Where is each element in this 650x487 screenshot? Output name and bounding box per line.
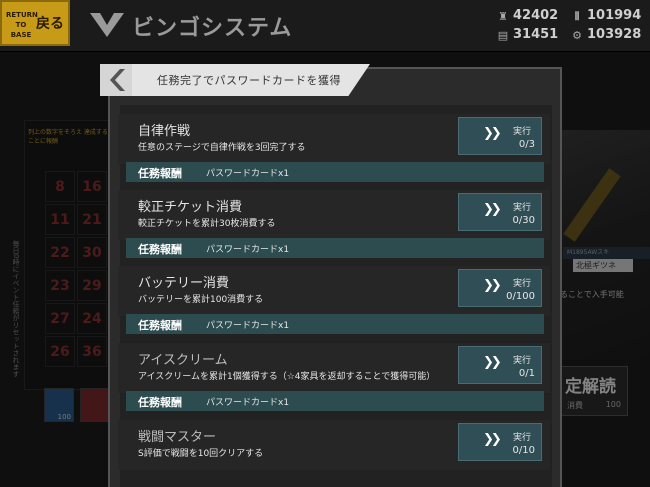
- reward-label: 任務報酬: [138, 319, 182, 332]
- execute-button[interactable]: ❯❯ 実行 0/30: [458, 193, 542, 231]
- resource-value: 31451: [513, 27, 559, 42]
- mission-reward-bar: 任務報酬 パスワードカードx1: [126, 162, 544, 182]
- return-label: 戻る: [36, 16, 64, 32]
- reward-item: パスワードカードx1: [206, 321, 290, 331]
- mission-progress: 0/10: [512, 445, 535, 456]
- ammo-icon: ⦀: [574, 10, 580, 23]
- manpower-icon: ♜: [498, 10, 508, 23]
- reward-label: 任務報酬: [138, 167, 182, 180]
- mission-main: 自律作戦 任意のステージで自律作戦を3回完了する ❯❯ 実行 0/3: [118, 114, 550, 164]
- execute-label: 実行: [513, 356, 532, 366]
- mission-progress: 0/100: [506, 291, 535, 302]
- bingo-logo-icon: [90, 13, 124, 37]
- mission-main: 較正チケット消費 較正チケットを累計30枚消費する ❯❯ 実行 0/30: [118, 190, 550, 240]
- mission-main: 戦闘マスター S評価で戦闘を10回クリアする ❯❯ 実行 0/10: [118, 420, 550, 470]
- page-title: ビンゴシステム: [132, 16, 293, 41]
- resource-value: 101994: [587, 8, 642, 23]
- mission-name: バッテリー消費: [138, 276, 230, 291]
- mission-name: 較正チケット消費: [138, 200, 243, 215]
- mission-progress: 0/1: [518, 368, 535, 379]
- resource-value: 42402: [513, 8, 559, 23]
- mission-desc: 較正チケットを累計30枚消費する: [138, 219, 276, 229]
- double-chevron-right-icon: ❯❯: [483, 126, 502, 141]
- reward-item: パスワードカードx1: [206, 398, 290, 408]
- mission-main: アイスクリーム アイスクリームを累計1個獲得する（☆4家具を返却することで獲得可…: [118, 343, 550, 393]
- mission-desc: 任意のステージで自律作戦を3回完了する: [138, 143, 306, 153]
- mission-progress: 0/3: [518, 139, 535, 150]
- back-button[interactable]: [100, 64, 132, 96]
- reward-label: 任務報酬: [138, 396, 182, 409]
- mission-reward-bar: 任務報酬 パスワードカードx1: [126, 238, 544, 258]
- double-chevron-right-icon: ❯❯: [483, 432, 502, 447]
- return-to-base-button[interactable]: RETURN TO BASE 戻る: [0, 0, 70, 46]
- double-chevron-right-icon: ❯❯: [483, 202, 502, 217]
- execute-button[interactable]: ❯❯ 実行 0/3: [458, 117, 542, 155]
- execute-button[interactable]: ❯❯ 実行 0/1: [458, 346, 542, 384]
- mission-name: アイスクリーム: [138, 353, 228, 368]
- return-to-base-small-label: RETURN TO BASE: [6, 11, 38, 39]
- execute-label: 実行: [513, 433, 532, 443]
- resource-value: 103928: [587, 27, 642, 42]
- parts-icon: ⚙: [572, 29, 582, 42]
- top-bar: RETURN TO BASE 戻る ビンゴシステム ♜ 42402 ⦀ 101994…: [0, 0, 650, 52]
- ration-icon: ▤: [497, 29, 509, 42]
- mission-name: 戦闘マスター: [138, 430, 217, 445]
- chevron-left-icon: [110, 69, 125, 91]
- resource-ammo: ⦀ 101994: [570, 8, 642, 23]
- resource-ration: ▤ 31451: [496, 27, 558, 42]
- execute-label: 実行: [513, 203, 532, 213]
- double-chevron-right-icon: ❯❯: [483, 278, 502, 293]
- reward-label: 任務報酬: [138, 243, 182, 256]
- mission-reward-bar: 任務報酬 パスワードカードx1: [126, 314, 544, 334]
- resource-parts: ⚙ 103928: [570, 27, 641, 42]
- mission-name: 自律作戦: [138, 124, 191, 139]
- double-chevron-right-icon: ❯❯: [483, 355, 502, 370]
- resource-manpower: ♜ 42402: [496, 8, 558, 23]
- mission-desc: アイスクリームを累計1個獲得する（☆4家具を返却することで獲得可能）: [138, 372, 436, 382]
- execute-button[interactable]: ❯❯ 実行 0/100: [458, 269, 542, 307]
- reward-item: パスワードカードx1: [206, 245, 290, 255]
- execute-label: 実行: [513, 127, 532, 137]
- mission-desc: S評価で戦闘を10回クリアする: [138, 449, 264, 459]
- mission-desc: バッテリーを累計100消費する: [138, 295, 264, 305]
- execute-button[interactable]: ❯❯ 実行 0/10: [458, 423, 542, 461]
- mission-main: バッテリー消費 バッテリーを累計100消費する ❯❯ 実行 0/100: [118, 266, 550, 316]
- mission-progress: 0/30: [512, 215, 535, 226]
- mission-reward-bar: 任務報酬 パスワードカードx1: [126, 391, 544, 411]
- dialog-title: 任務完了でパスワードカードを獲得: [157, 74, 341, 87]
- execute-label: 実行: [513, 279, 532, 289]
- reward-item: パスワードカードx1: [206, 169, 290, 179]
